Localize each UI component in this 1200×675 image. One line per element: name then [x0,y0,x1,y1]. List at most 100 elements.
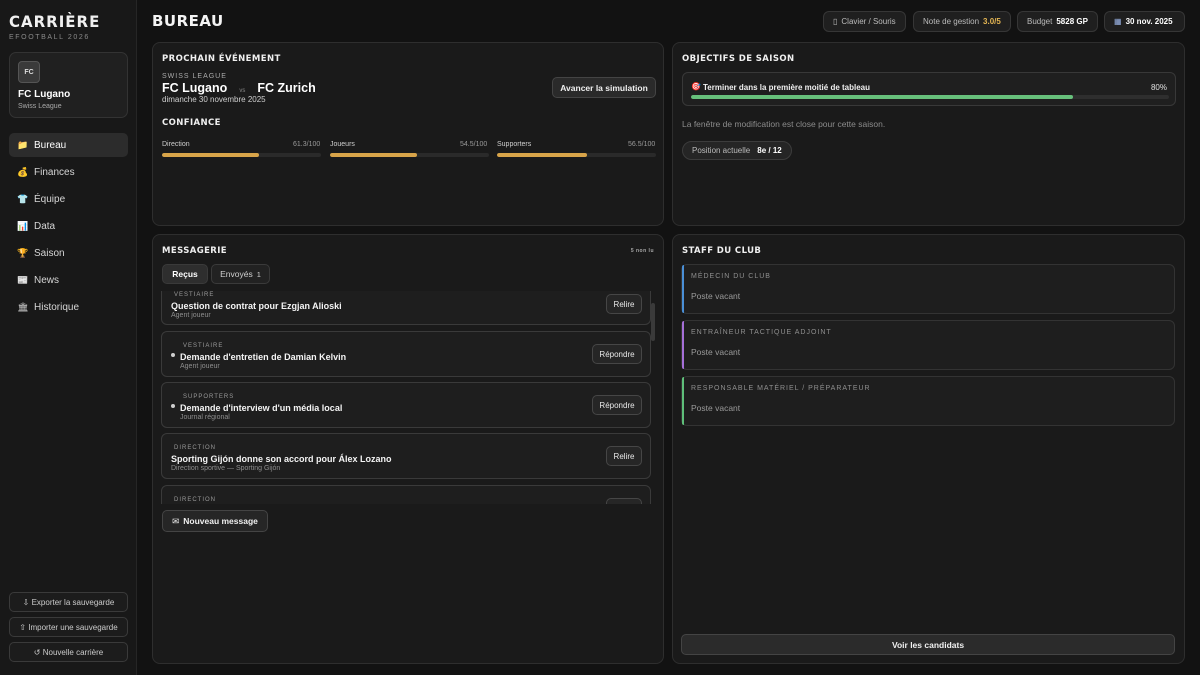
message-subject: Demande d'interview d'un média local [180,403,343,413]
trophy-icon: 🏆 [17,247,29,258]
staff-status: Poste vacant [691,403,741,413]
sidebar-item-equipe[interactable]: 👕 Équipe [9,187,128,211]
objective-progress-fill [691,95,1074,99]
input-mode-pill[interactable]: ▯ Clavier / Souris [823,11,906,32]
staff-status: Poste vacant [691,291,741,301]
message-item[interactable]: VESTIAIRE Demande d'entretien de Damian … [161,331,651,377]
message-category: DIRECTION [174,445,216,451]
objective-percent: 80% [1150,83,1167,92]
message-action-button[interactable] [606,498,642,504]
confidence-label-joueurs: Joueurs [330,141,355,148]
message-subject: Question de contrat pour Ezgjan Alioski [171,301,342,311]
view-candidates-button[interactable]: Voir les candidats [681,634,1175,655]
reply-button[interactable]: Répondre [592,395,642,415]
staff-accent [682,377,684,425]
message-subject: Demande d'entretien de Damian Kelvin [180,352,347,362]
message-category: VESTIAIRE [183,343,224,349]
brand: CARRIÈRE EFOOTBALL 2026 [9,13,100,41]
sidebar-item-label: Équipe [34,193,66,205]
page-title: BUREAU [152,12,224,30]
sidebar-item-data[interactable]: 📊 Data [9,214,128,238]
tab-received[interactable]: Reçus [162,264,208,284]
confidence-bar-direction [162,153,321,157]
tab-sent[interactable]: Envoyés 1 [211,264,270,284]
museum-icon: 🏛 [17,301,29,312]
reread-button[interactable]: Relire [606,294,642,314]
sidebar-item-bureau[interactable]: 📁 Bureau [9,133,128,157]
confidence-fill-joueurs [330,153,417,157]
objectives-note: La fenêtre de modification est close pou… [682,119,886,129]
confidence-title: CONFIANCE [162,118,221,128]
staff-slot-medecin[interactable]: MÉDECIN DU CLUB Poste vacant [681,264,1175,314]
sidebar-item-label: Saison [34,247,65,259]
club-name: FC Lugano [18,89,71,100]
brand-subtitle: EFOOTBALL 2026 [9,34,90,41]
message-item[interactable]: DIRECTION Sporting Gijón donne son accor… [161,433,651,479]
money-bag-icon: 💰 [17,166,29,177]
new-career-button[interactable]: ↺ Nouvelle carrière [9,642,128,662]
position-badge: Position actuelle 8e / 12 [682,141,792,160]
message-sender: Journal régional [180,414,230,421]
rating-value: 3.0/5 [983,17,1001,26]
current-date: 30 nov. 2025 [1125,17,1173,26]
advance-simulation-button[interactable]: Avancer la simulation [552,77,656,98]
event-league: SWISS LEAGUE [162,73,227,80]
message-item[interactable]: VESTIAIRE Question de contrat pour Ezgja… [161,291,651,325]
brand-title: CARRIÈRE [9,12,101,32]
shirt-icon: 👕 [17,193,29,204]
objectives-title: OBJECTIFS DE SAISON [682,54,795,64]
unread-dot-icon [171,404,175,408]
sidebar-item-label: Finances [34,166,75,178]
message-sender: Agent joueur [180,363,220,370]
confidence-bar-joueurs [330,153,489,157]
sidebar-item-saison[interactable]: 🏆 Saison [9,241,128,265]
position-value: 8e / 12 [757,146,782,155]
confidence-value-direction: 61.3/100 [293,141,321,148]
staff-title: STAFF DU CLUB [682,246,762,256]
staff-accent [682,265,684,313]
import-save-button[interactable]: ⇧ Importer une sauvegarde [9,617,128,637]
message-category: DIRECTION [174,497,216,503]
target-icon: 🎯 [691,82,701,91]
message-sender: Direction sportive — Sporting Gijón [171,465,281,472]
folder-icon: 📁 [17,139,29,150]
sidebar-item-historique[interactable]: 🏛 Historique [9,295,128,319]
staff-role: RESPONSABLE MATÉRIEL / PRÉPARATEUR [691,385,871,392]
export-save-button[interactable]: ⇩ Exporter la sauvegarde [9,592,128,612]
unread-count: 5 non lu [630,248,654,254]
gamepad-icon: ▯ [833,17,838,26]
staff-slot-equipment-manager[interactable]: RESPONSABLE MATÉRIEL / PRÉPARATEUR Poste… [681,376,1175,426]
away-team: FC Zurich [257,81,316,95]
objective-label: Terminer dans la première moitié de tabl… [703,83,871,92]
message-list-scrollbar[interactable] [651,303,655,341]
home-team: FC Lugano [162,81,228,95]
next-event-title: PROCHAIN ÉVÉNEMENT [162,54,281,64]
staff-slot-tactical-assistant[interactable]: ENTRAÎNEUR TACTIQUE ADJOINT Poste vacant [681,320,1175,370]
sidebar-item-news[interactable]: 📰 News [9,268,128,292]
vs-label: vs [239,88,246,94]
reply-button[interactable]: Répondre [592,344,642,364]
staff-status: Poste vacant [691,347,741,357]
message-item[interactable]: SUPPORTERS Demande d'interview d'un médi… [161,382,651,428]
sidebar-item-label: Data [34,220,56,232]
staff-accent [682,321,684,369]
unread-dot-icon [171,353,175,357]
date-pill[interactable]: ▦ 30 nov. 2025 [1104,11,1185,32]
newspaper-icon: 📰 [17,274,29,285]
message-list[interactable]: VESTIAIRE Question de contrat pour Ezgja… [161,291,652,504]
club-logo: FC [18,61,40,83]
message-item[interactable]: DIRECTION [161,485,651,504]
club-card: FC FC Lugano Swiss League [9,52,128,118]
budget-label: Budget [1027,17,1053,26]
rating-label: Note de gestion [923,17,980,26]
new-message-button[interactable]: ✉ Nouveau message [162,510,268,532]
message-category: SUPPORTERS [183,394,235,400]
sidebar-item-finances[interactable]: 💰 Finances [9,160,128,184]
event-match: FC Lugano vs FC Zurich [162,81,316,95]
budget-pill: Budget 5828 GP [1017,11,1098,32]
reread-button[interactable]: Relire [606,446,642,466]
next-event-panel: PROCHAIN ÉVÉNEMENT SWISS LEAGUE FC Lugan… [152,42,664,226]
budget-value: 5828 GP [1056,17,1088,26]
tab-sent-count: 1 [256,269,261,279]
confidence-fill-direction [162,153,260,157]
